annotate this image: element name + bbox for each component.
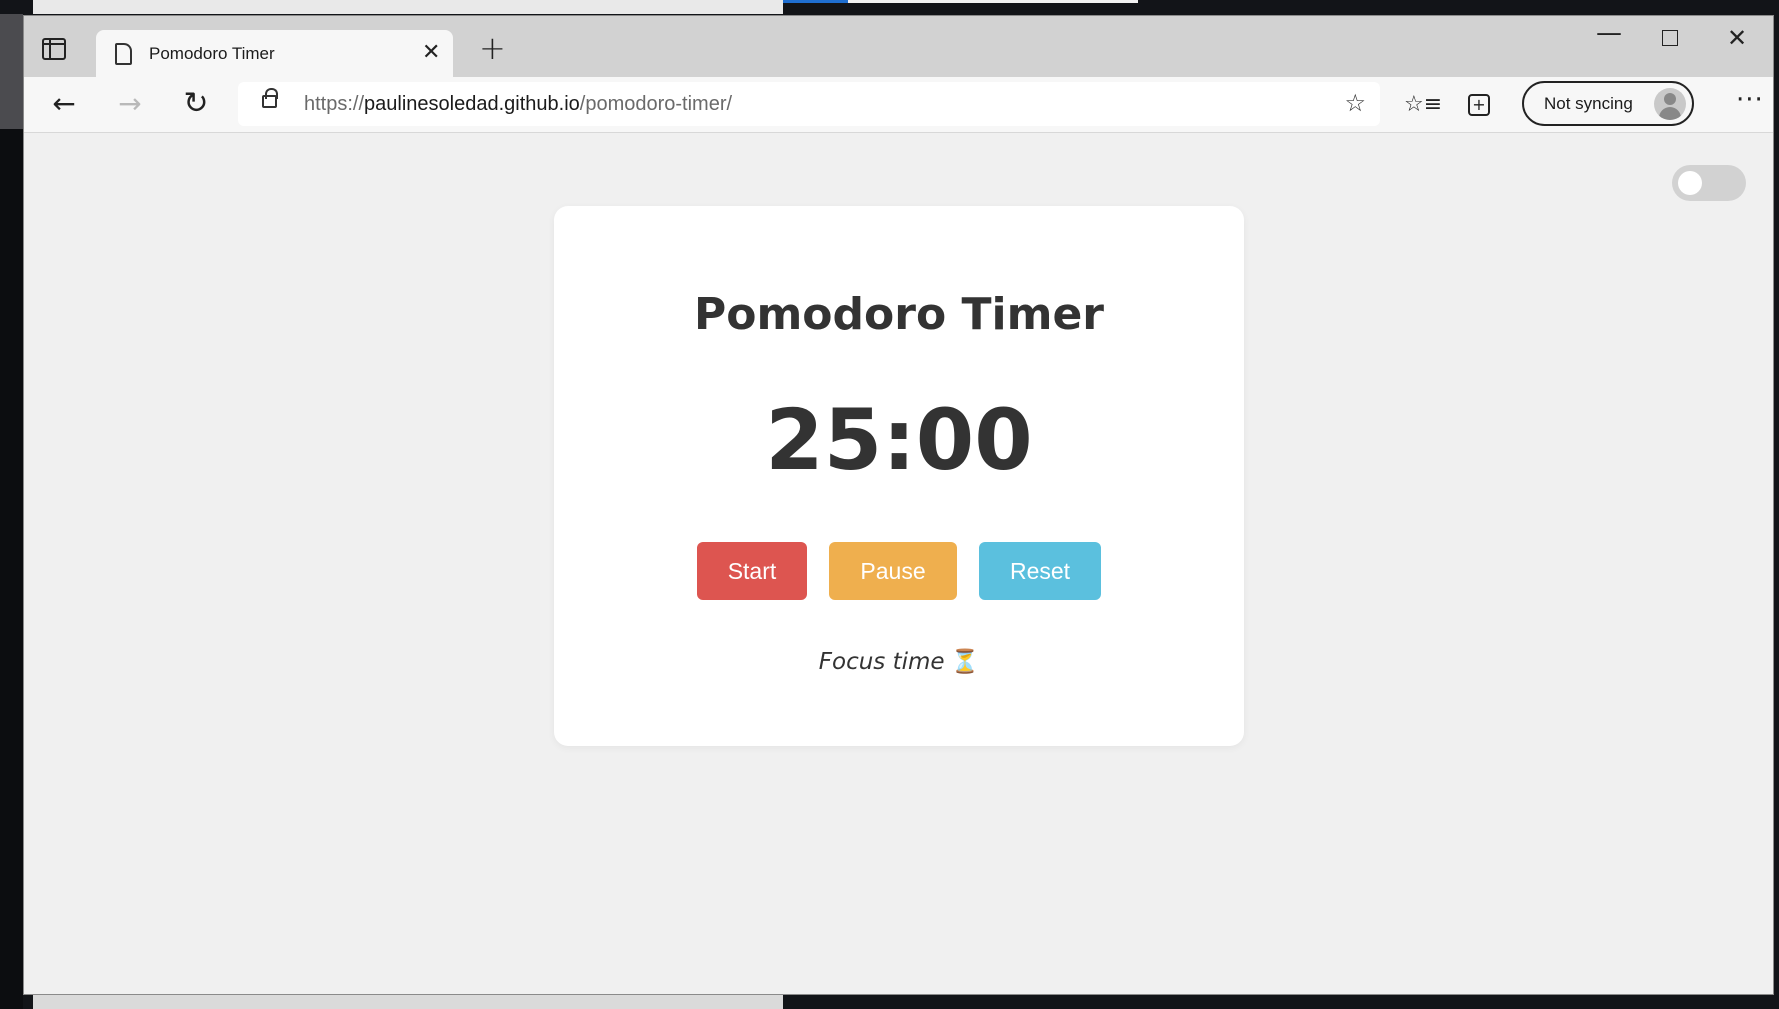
url-host: paulinesoledad.github.io	[364, 93, 580, 115]
star-plus-icon[interactable]: ☆	[1344, 89, 1366, 117]
pause-button[interactable]: Pause	[829, 542, 957, 600]
browser-window: Pomodoro Timer ✕ + — ✕ ← → ↻ https://pau…	[23, 15, 1774, 995]
title-bar: Pomodoro Timer ✕ + — ✕	[24, 16, 1773, 78]
address-bar[interactable]: https://paulinesoledad.github.io/pomodor…	[238, 82, 1380, 126]
tab-pomodoro-timer[interactable]: Pomodoro Timer ✕	[96, 30, 453, 78]
timer-card: Pomodoro Timer 25:00 Start Pause Reset F…	[554, 206, 1244, 746]
avatar-icon	[1654, 88, 1686, 120]
minimize-icon[interactable]: —	[1596, 18, 1622, 48]
url-text[interactable]: https://paulinesoledad.github.io/pomodor…	[304, 93, 732, 116]
arrow-left-icon[interactable]: ←	[46, 86, 82, 122]
lock-icon[interactable]	[262, 88, 278, 108]
tab-title: Pomodoro Timer	[149, 44, 275, 63]
new-tab-plus-icon[interactable]: +	[479, 32, 506, 64]
status-message: Focus time ⏳	[554, 648, 1244, 675]
url-scheme: https://	[304, 93, 365, 115]
page-content: Pomodoro Timer 25:00 Start Pause Reset F…	[24, 134, 1773, 994]
sidebar-toggle-icon[interactable]	[42, 38, 66, 60]
arrow-right-icon[interactable]: →	[112, 86, 148, 122]
hourglass-icon: ⏳	[950, 649, 980, 675]
reset-button[interactable]: Reset	[979, 542, 1101, 600]
url-path: /pomodoro-timer/	[579, 93, 733, 115]
window-close-icon[interactable]: ✕	[1727, 24, 1747, 52]
document-icon	[115, 43, 132, 65]
page-title: Pomodoro Timer	[693, 289, 1104, 340]
start-button[interactable]: Start	[697, 542, 807, 600]
favorites-icon[interactable]: ☆≡	[1404, 92, 1442, 117]
maximize-icon[interactable]	[1662, 30, 1678, 46]
reload-icon[interactable]: ↻	[178, 86, 214, 122]
close-tab-icon[interactable]: ✕	[422, 42, 440, 64]
timer-controls: Start Pause Reset	[554, 542, 1244, 600]
status-text: Focus time	[818, 649, 945, 675]
profile-sync-button[interactable]: Not syncing	[1522, 81, 1694, 126]
dark-mode-toggle[interactable]	[1672, 165, 1746, 201]
browser-toolbar: ← → ↻ https://paulinesoledad.github.io/p…	[24, 77, 1773, 133]
ellipsis-icon[interactable]: ···	[1736, 85, 1764, 115]
timer-display: 25:00	[765, 391, 1033, 489]
sync-label: Not syncing	[1544, 94, 1633, 113]
collections-icon[interactable]: +	[1468, 94, 1490, 116]
